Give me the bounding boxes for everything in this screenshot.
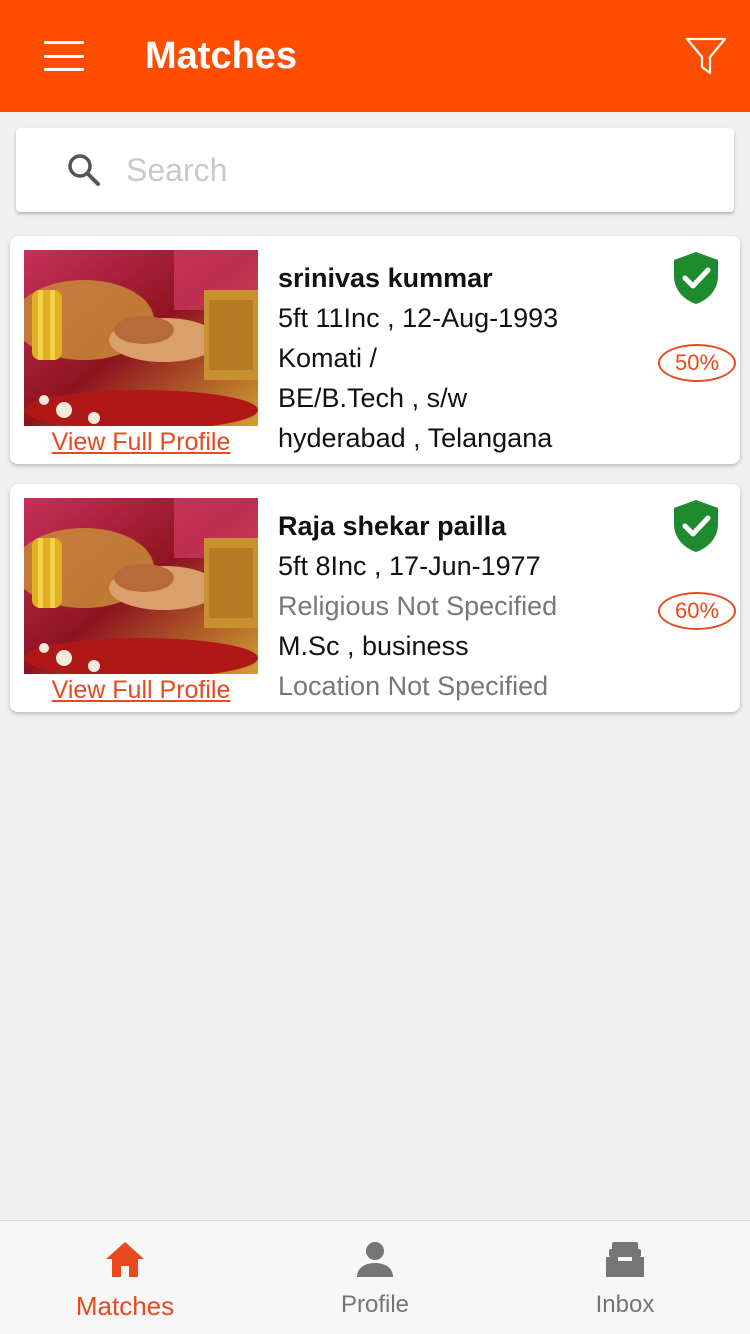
match-info: srinivas kummar 5ft 11Inc , 12-Aug-1993 … [278,258,668,458]
match-card[interactable]: View Full Profile srinivas kummar 5ft 11… [10,236,740,464]
bottom-nav: Matches Profile Inbox [0,1220,750,1334]
nav-label: Matches [75,1291,175,1321]
match-name: Raja shekar pailla [278,511,507,541]
home-icon [106,1242,144,1277]
match-percent-badge: 50% [658,344,736,382]
search-input[interactable] [126,144,706,196]
search-icon[interactable] [66,152,102,188]
app-bar: Matches [0,0,750,112]
nav-item-profile[interactable]: Profile [250,1221,500,1334]
education-job: M.Sc , business [278,631,469,661]
person-icon [357,1242,393,1277]
view-full-profile-link[interactable]: View Full Profile [24,674,258,706]
profile-photo[interactable] [24,250,258,426]
height-dob: 5ft 8Inc , 17-Jun-1977 [278,551,541,581]
verified-shield-icon [674,500,718,552]
religion: Komati / [278,343,378,373]
nav-label: Inbox [595,1291,655,1318]
match-percent-badge: 60% [658,592,736,630]
location: hyderabad , Telangana [278,423,553,453]
profile-photo[interactable] [24,498,258,674]
page-title: Matches [145,35,298,77]
location: Location Not Specified [278,671,549,701]
filter-icon[interactable] [684,36,728,76]
height-dob: 5ft 11Inc , 12-Aug-1993 [278,303,559,333]
nav-label: Profile [340,1291,410,1318]
view-full-profile-link[interactable]: View Full Profile [24,426,258,458]
search-bar [16,128,734,212]
nav-item-matches[interactable]: Matches [0,1221,250,1334]
match-name: srinivas kummar [278,263,493,293]
religion: Religious Not Specified [278,591,558,621]
education-job: BE/B.Tech , s/w [278,383,468,413]
nav-item-inbox[interactable]: Inbox [500,1221,750,1334]
match-info: Raja shekar pailla 5ft 8Inc , 17-Jun-197… [278,506,668,706]
match-card[interactable]: View Full Profile Raja shekar pailla 5ft… [10,484,740,712]
menu-icon[interactable] [44,41,84,71]
inbox-icon [606,1242,644,1277]
verified-shield-icon [674,252,718,304]
